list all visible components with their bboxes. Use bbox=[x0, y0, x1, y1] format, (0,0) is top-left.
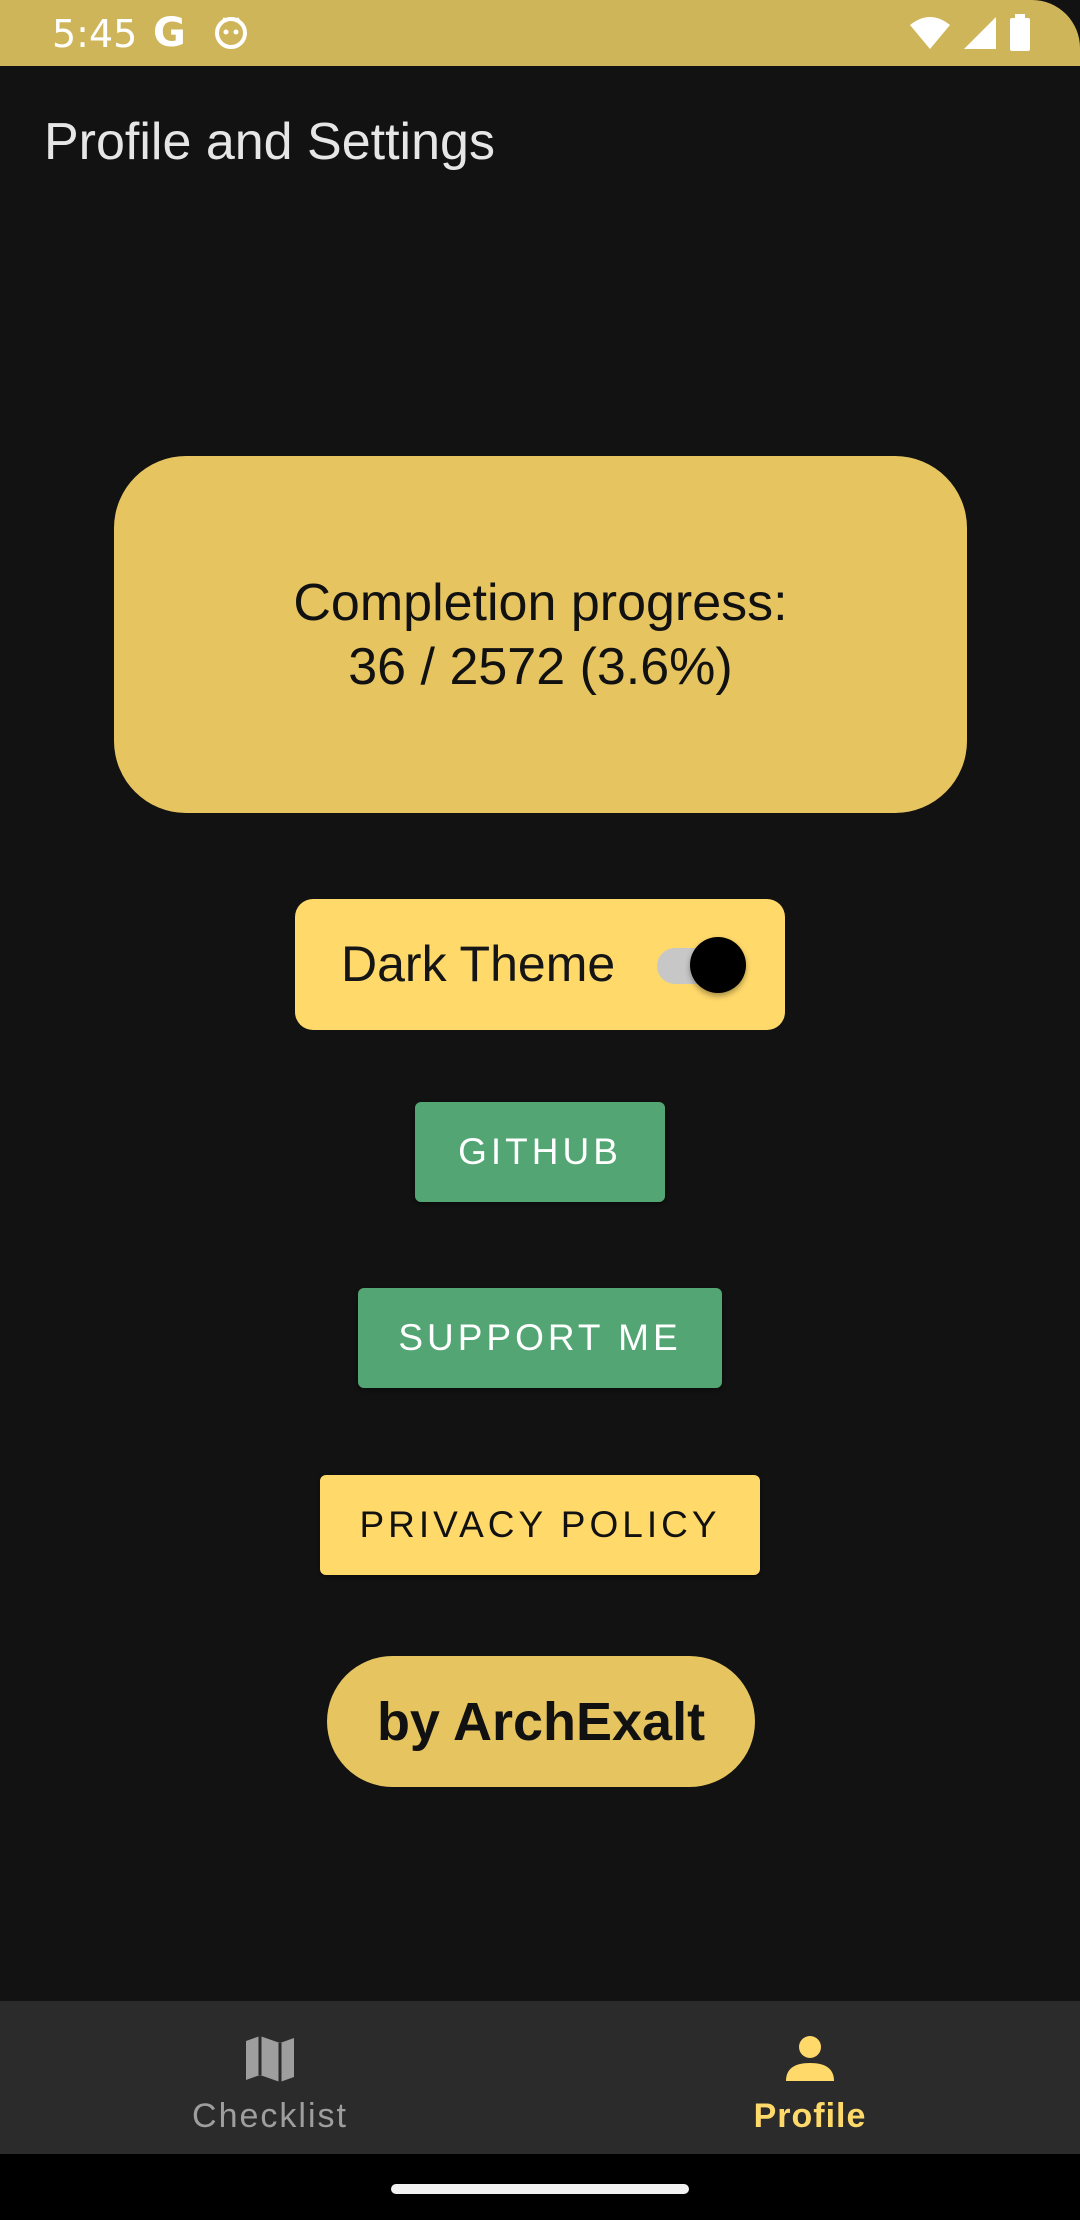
bottom-navigation: Checklist Profile bbox=[0, 2001, 1080, 2154]
cat-icon bbox=[215, 17, 247, 49]
wifi-icon bbox=[910, 17, 950, 49]
privacy-policy-button[interactable]: PRIVACY POLICY bbox=[320, 1475, 760, 1575]
github-button[interactable]: GITHUB bbox=[415, 1102, 665, 1202]
gesture-area bbox=[0, 2154, 1080, 2220]
nav-item-checklist[interactable]: Checklist bbox=[0, 2001, 540, 2154]
nav-item-profile[interactable]: Profile bbox=[540, 2001, 1080, 2154]
map-icon bbox=[246, 2036, 294, 2082]
battery-icon bbox=[1010, 14, 1030, 51]
google-icon: G bbox=[153, 10, 186, 56]
status-right-icons bbox=[908, 14, 1032, 52]
page-title: Profile and Settings bbox=[44, 113, 495, 171]
signal-icon bbox=[964, 17, 996, 49]
dark-theme-switch-thumb[interactable] bbox=[690, 937, 746, 993]
home-gesture-handle[interactable] bbox=[391, 2184, 689, 2194]
progress-value: 36 / 2572 (3.6%) bbox=[348, 637, 733, 696]
progress-card: Completion progress: 36 / 2572 (3.6%) bbox=[114, 456, 967, 813]
screen: 5:45 G Profile and Settings Completion p… bbox=[0, 0, 1080, 2220]
nav-label-profile: Profile bbox=[753, 2097, 867, 2135]
status-bar: 5:45 G bbox=[0, 0, 1080, 66]
support-me-button[interactable]: SUPPORT ME bbox=[358, 1288, 722, 1388]
nav-label-checklist: Checklist bbox=[192, 2097, 348, 2135]
progress-label: Completion progress: bbox=[293, 573, 788, 632]
status-time: 5:45 bbox=[52, 12, 138, 56]
author-badge: by ArchExalt bbox=[327, 1656, 755, 1787]
dark-theme-setting[interactable]: Dark Theme bbox=[295, 899, 785, 1030]
dark-theme-label: Dark Theme bbox=[341, 936, 616, 992]
person-icon bbox=[786, 2036, 834, 2081]
